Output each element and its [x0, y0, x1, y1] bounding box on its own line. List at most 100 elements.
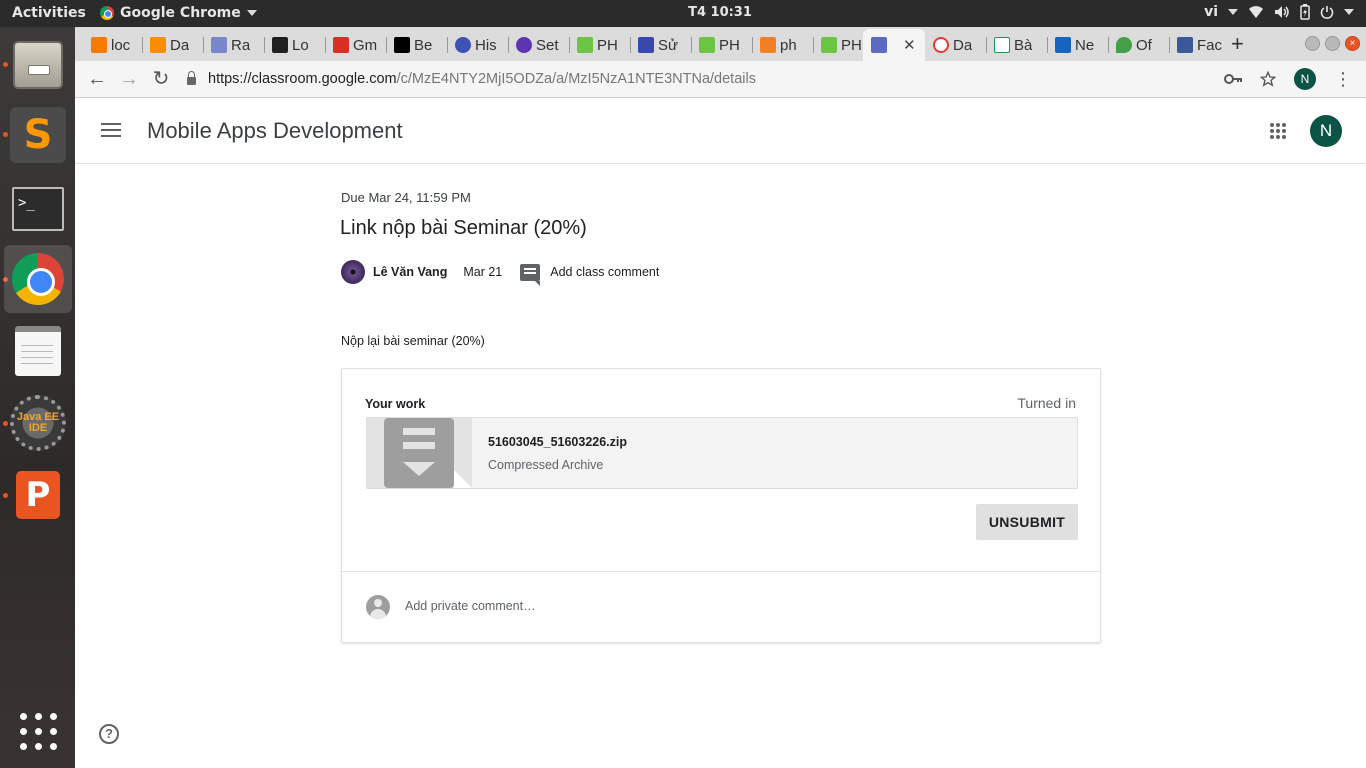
text-editor-icon: [15, 326, 61, 376]
hamburger-menu-icon[interactable]: [101, 123, 121, 137]
tab[interactable]: Da: [142, 29, 200, 61]
assignment-meta: Lê Văn Vang Mar 21 Add class comment: [341, 260, 659, 286]
url-host: https://classroom.google.com: [208, 71, 397, 87]
chevron-down-icon: [1228, 9, 1238, 15]
tab[interactable]: Da: [925, 29, 983, 61]
clock[interactable]: T4 10:31: [0, 5, 1366, 20]
favicon-icon: [272, 37, 288, 53]
system-tray[interactable]: vi: [1204, 4, 1354, 20]
help-icon[interactable]: ?: [99, 724, 119, 744]
lock-icon: [187, 71, 196, 85]
page-fold-icon: [454, 470, 472, 488]
tab[interactable]: ph: [752, 29, 810, 61]
browser-toolbar: ← → ↻ https://classroom.google.com/c/MzE…: [75, 61, 1366, 98]
tab[interactable]: Bà: [986, 29, 1044, 61]
dock: S >_ Java EE IDE P: [0, 27, 75, 768]
private-comment-input[interactable]: [405, 599, 905, 613]
add-class-comment-link[interactable]: Add class comment: [550, 265, 659, 279]
attachment-thumbnail: [367, 418, 472, 488]
your-work-heading: Your work: [365, 397, 426, 411]
assignment-description: Nộp lại bài seminar (20%): [341, 334, 485, 348]
tab[interactable]: Set: [508, 29, 566, 61]
unsubmit-button[interactable]: UNSUBMIT: [976, 504, 1078, 540]
favicon-icon: [150, 37, 166, 53]
tab[interactable]: Sử: [630, 29, 688, 61]
favicon-icon: [394, 37, 410, 53]
classroom-page: Mobile Apps Development N Due Mar 24, 11…: [75, 98, 1366, 768]
close-tab-icon[interactable]: ✕: [903, 36, 916, 54]
new-tab-button[interactable]: +: [1231, 31, 1244, 57]
favicon-icon: [455, 37, 471, 53]
files-launcher[interactable]: [4, 31, 72, 99]
class-title[interactable]: Mobile Apps Development: [147, 118, 403, 144]
classroom-header: Mobile Apps Development N: [75, 98, 1366, 164]
minimize-button[interactable]: [1305, 36, 1320, 51]
your-work-card: Your work Turned in 51603045_51603226.zi…: [341, 368, 1101, 643]
key-icon[interactable]: [1224, 74, 1242, 84]
due-date: Due Mar 24, 11:59 PM: [341, 190, 471, 205]
favicon-icon: [699, 37, 715, 53]
archive-file-icon: [384, 418, 454, 488]
impress-launcher[interactable]: P: [4, 461, 72, 529]
wifi-icon: [1249, 6, 1263, 18]
tab-active[interactable]: ✕: [863, 29, 925, 61]
reload-button[interactable]: ↻: [149, 67, 173, 91]
tab[interactable]: PH: [813, 29, 863, 61]
tab[interactable]: PH: [569, 29, 627, 61]
close-window-button[interactable]: ×: [1345, 36, 1360, 51]
toolbar-actions: N ⋮: [1224, 68, 1352, 90]
eclipse-java-ee-icon: Java EE IDE: [10, 395, 66, 451]
favicon-icon: [577, 37, 593, 53]
favicon-icon: [333, 37, 349, 53]
show-applications-button[interactable]: [4, 697, 72, 765]
person-avatar-icon: [366, 595, 390, 619]
favicon-icon: [638, 37, 654, 53]
terminal-launcher[interactable]: >_: [4, 175, 72, 243]
url-path: /c/MzE4NTY2MjI5ODZa/a/MzI5NzA1NTE3NTNa/d…: [396, 71, 756, 87]
impress-icon: P: [16, 471, 60, 519]
chrome-launcher[interactable]: [4, 245, 72, 313]
favicon-icon: [1055, 37, 1071, 53]
tab[interactable]: Ne: [1047, 29, 1105, 61]
back-button[interactable]: ←: [85, 67, 109, 91]
menu-kebab-icon[interactable]: ⋮: [1334, 70, 1352, 88]
account-avatar[interactable]: N: [1310, 115, 1342, 147]
tab-strip: loc Da Ra Lo Gm Be His Set PH Sử PH ph P…: [75, 27, 1366, 61]
tab[interactable]: Fac: [1169, 29, 1227, 61]
maximize-button[interactable]: [1325, 36, 1340, 51]
chrome-icon: [12, 253, 64, 305]
google-apps-icon[interactable]: [1270, 123, 1286, 139]
tab[interactable]: loc: [83, 29, 139, 61]
tab[interactable]: Gm: [325, 29, 383, 61]
divider: [342, 571, 1100, 572]
power-icon: [1320, 6, 1334, 19]
favicon-icon: [516, 37, 532, 53]
favicon-icon: [821, 37, 837, 53]
teacher-avatar: [341, 260, 365, 284]
facebook-favicon-icon: [1177, 37, 1193, 53]
tab[interactable]: Lo: [264, 29, 322, 61]
classroom-favicon-icon: [871, 37, 887, 53]
text-editor-launcher[interactable]: [4, 317, 72, 385]
posted-date: Mar 21: [463, 265, 503, 279]
app-grid-icon: [20, 713, 57, 750]
tab[interactable]: Of: [1108, 29, 1166, 61]
input-language[interactable]: vi: [1204, 4, 1218, 20]
eclipse-launcher[interactable]: Java EE IDE: [4, 389, 72, 457]
attachment-name: 51603045_51603226.zip: [488, 435, 628, 449]
bookmark-star-icon[interactable]: [1260, 71, 1276, 87]
tab[interactable]: PH: [691, 29, 749, 61]
favicon-icon: [994, 37, 1010, 53]
chevron-down-icon: [1344, 9, 1354, 15]
sublime-text-launcher[interactable]: S: [4, 101, 72, 169]
battery-icon: [1300, 4, 1310, 20]
tab[interactable]: Ra: [203, 29, 261, 61]
comment-icon[interactable]: [520, 263, 541, 286]
favicon-icon: [933, 37, 949, 53]
profile-avatar[interactable]: N: [1294, 68, 1316, 90]
forward-button[interactable]: →: [117, 67, 141, 91]
address-bar[interactable]: https://classroom.google.com/c/MzE4NTY2M…: [187, 66, 1227, 92]
tab[interactable]: His: [447, 29, 505, 61]
tab[interactable]: Be: [386, 29, 444, 61]
attachment[interactable]: 51603045_51603226.zip Compressed Archive: [366, 417, 1078, 489]
